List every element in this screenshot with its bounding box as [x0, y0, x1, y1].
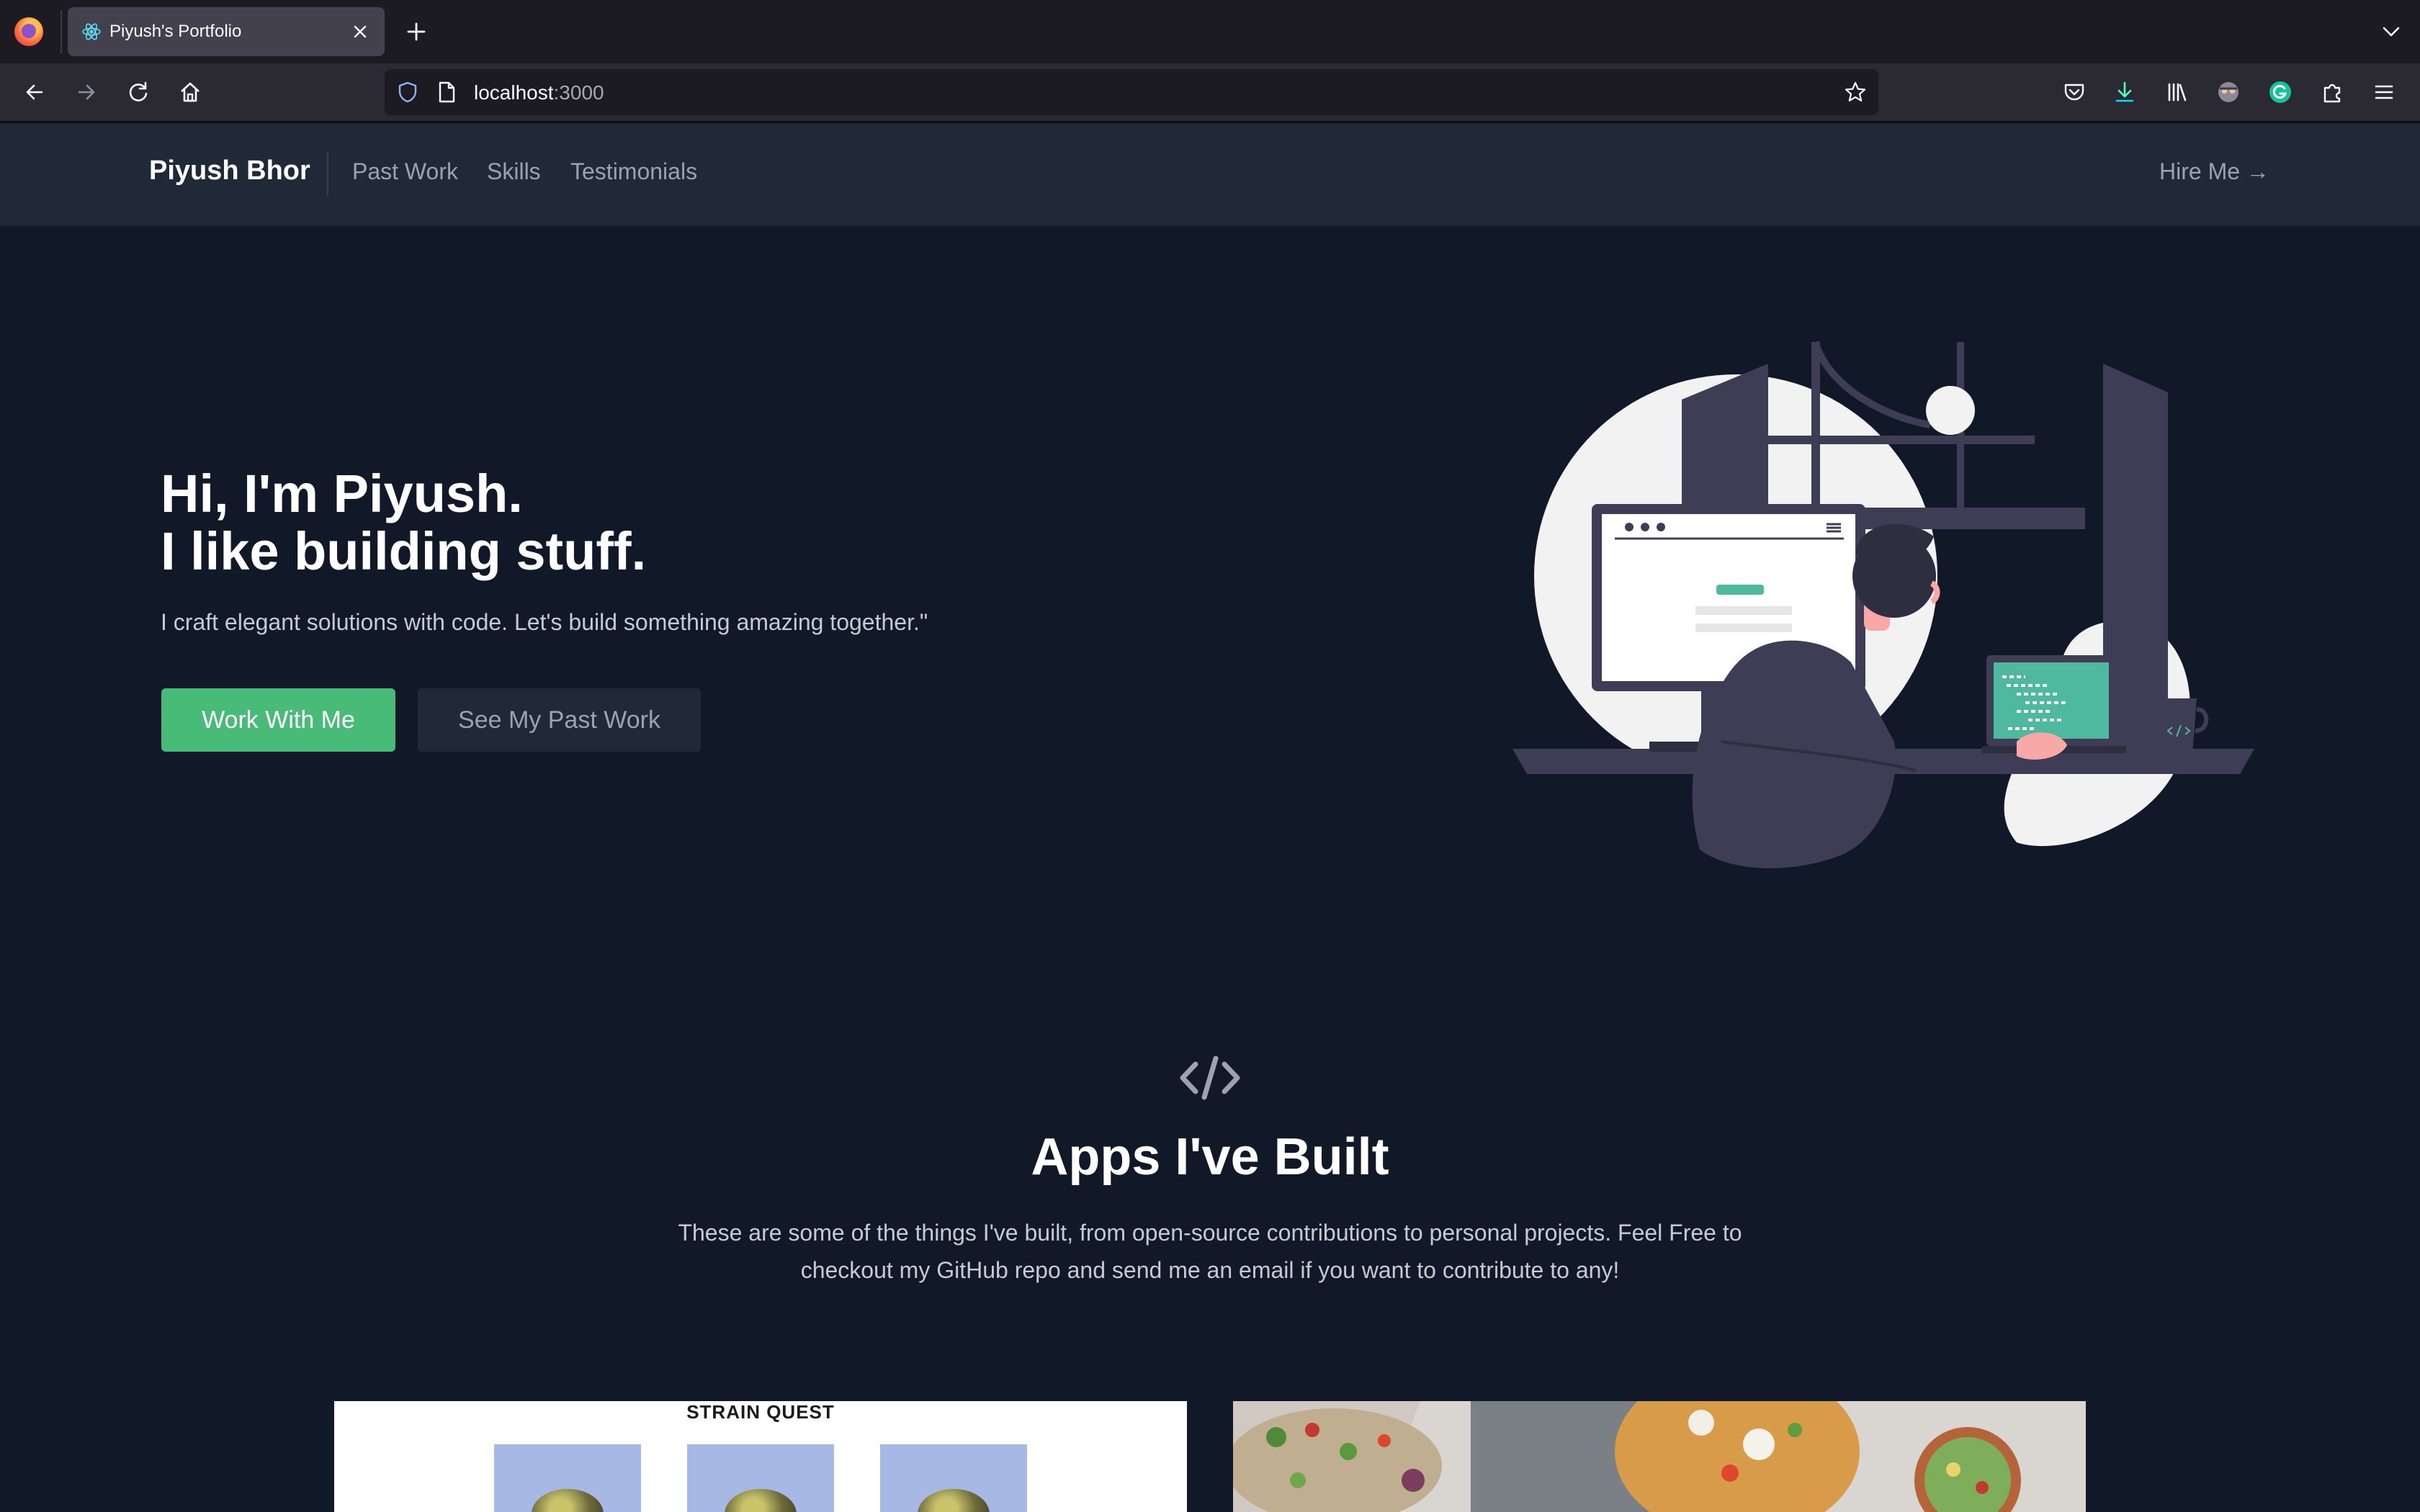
chevron-down-icon[interactable] — [2378, 19, 2404, 45]
section-title: Apps I've Built — [1031, 1128, 1389, 1186]
work-with-me-button[interactable]: Work With Me — [161, 688, 395, 752]
url-port: :3000 — [553, 81, 604, 104]
download-icon[interactable] — [2107, 75, 2142, 109]
project-card-food[interactable] — [1233, 1401, 2086, 1512]
project-thumbnail — [687, 1444, 834, 1512]
brand-divider — [327, 151, 328, 196]
browser-tab[interactable]: Piyush's Portfolio — [68, 7, 385, 56]
url-text: localhost:3000 — [474, 81, 604, 104]
section-description: These are some of the things I've built,… — [678, 1220, 1742, 1283]
firefox-logo-icon[interactable] — [14, 17, 43, 46]
hero-subtitle: I craft elegant solutions with code. Let… — [161, 609, 928, 635]
browser-toolbar: localhost:3000 — [0, 63, 2420, 122]
close-icon[interactable] — [347, 19, 373, 45]
home-icon[interactable] — [173, 75, 207, 109]
shield-icon[interactable] — [395, 79, 421, 105]
nav-link-skills[interactable]: Skills — [487, 158, 541, 185]
reload-icon[interactable] — [121, 75, 156, 109]
extensions-icon[interactable] — [2315, 75, 2349, 109]
hero-title: Hi, I'm Piyush. I like building stuff. — [161, 465, 646, 580]
project-thumbnail — [494, 1444, 641, 1512]
pocket-icon[interactable] — [2057, 75, 2092, 109]
developer-illustration — [1512, 341, 2254, 869]
star-icon[interactable] — [1842, 79, 1868, 105]
menu-icon[interactable] — [2367, 75, 2401, 109]
hero-title-line-1: Hi, I'm Piyush. — [161, 464, 523, 523]
code-icon — [1180, 1056, 1240, 1100]
grammarly-icon[interactable] — [2263, 75, 2298, 109]
nav-link-testimonials[interactable]: Testimonials — [570, 158, 697, 185]
tab-divider — [60, 10, 62, 53]
hero-title-line-2: I like building stuff. — [161, 521, 647, 581]
hire-me-link[interactable]: Hire Me → — [2159, 158, 2269, 185]
url-bar[interactable]: localhost:3000 — [385, 69, 1878, 115]
url-host: localhost — [474, 81, 554, 104]
project-card-strain-quest[interactable]: STRAIN QUEST — [334, 1401, 1187, 1512]
page-icon — [439, 81, 455, 103]
forward-icon[interactable] — [69, 75, 104, 109]
food-photo — [1233, 1401, 2086, 1512]
site-header: Piyush Bhor Past Work Skills Testimonial… — [0, 124, 2420, 226]
see-past-work-button[interactable]: See My Past Work — [418, 688, 701, 752]
library-icon[interactable] — [2159, 75, 2194, 109]
tab-title: Piyush's Portfolio — [109, 22, 242, 41]
nav-link-past-work[interactable]: Past Work — [352, 158, 458, 185]
project-thumbnail — [880, 1444, 1027, 1512]
brand-name[interactable]: Piyush Bhor — [149, 156, 310, 186]
project-card-title: STRAIN QUEST — [686, 1401, 835, 1423]
react-favicon-icon — [82, 23, 101, 40]
plus-icon[interactable] — [402, 17, 431, 46]
back-icon[interactable] — [17, 75, 52, 109]
account-icon[interactable] — [2211, 75, 2246, 109]
browser-tab-bar: Piyush's Portfolio — [0, 0, 2420, 63]
